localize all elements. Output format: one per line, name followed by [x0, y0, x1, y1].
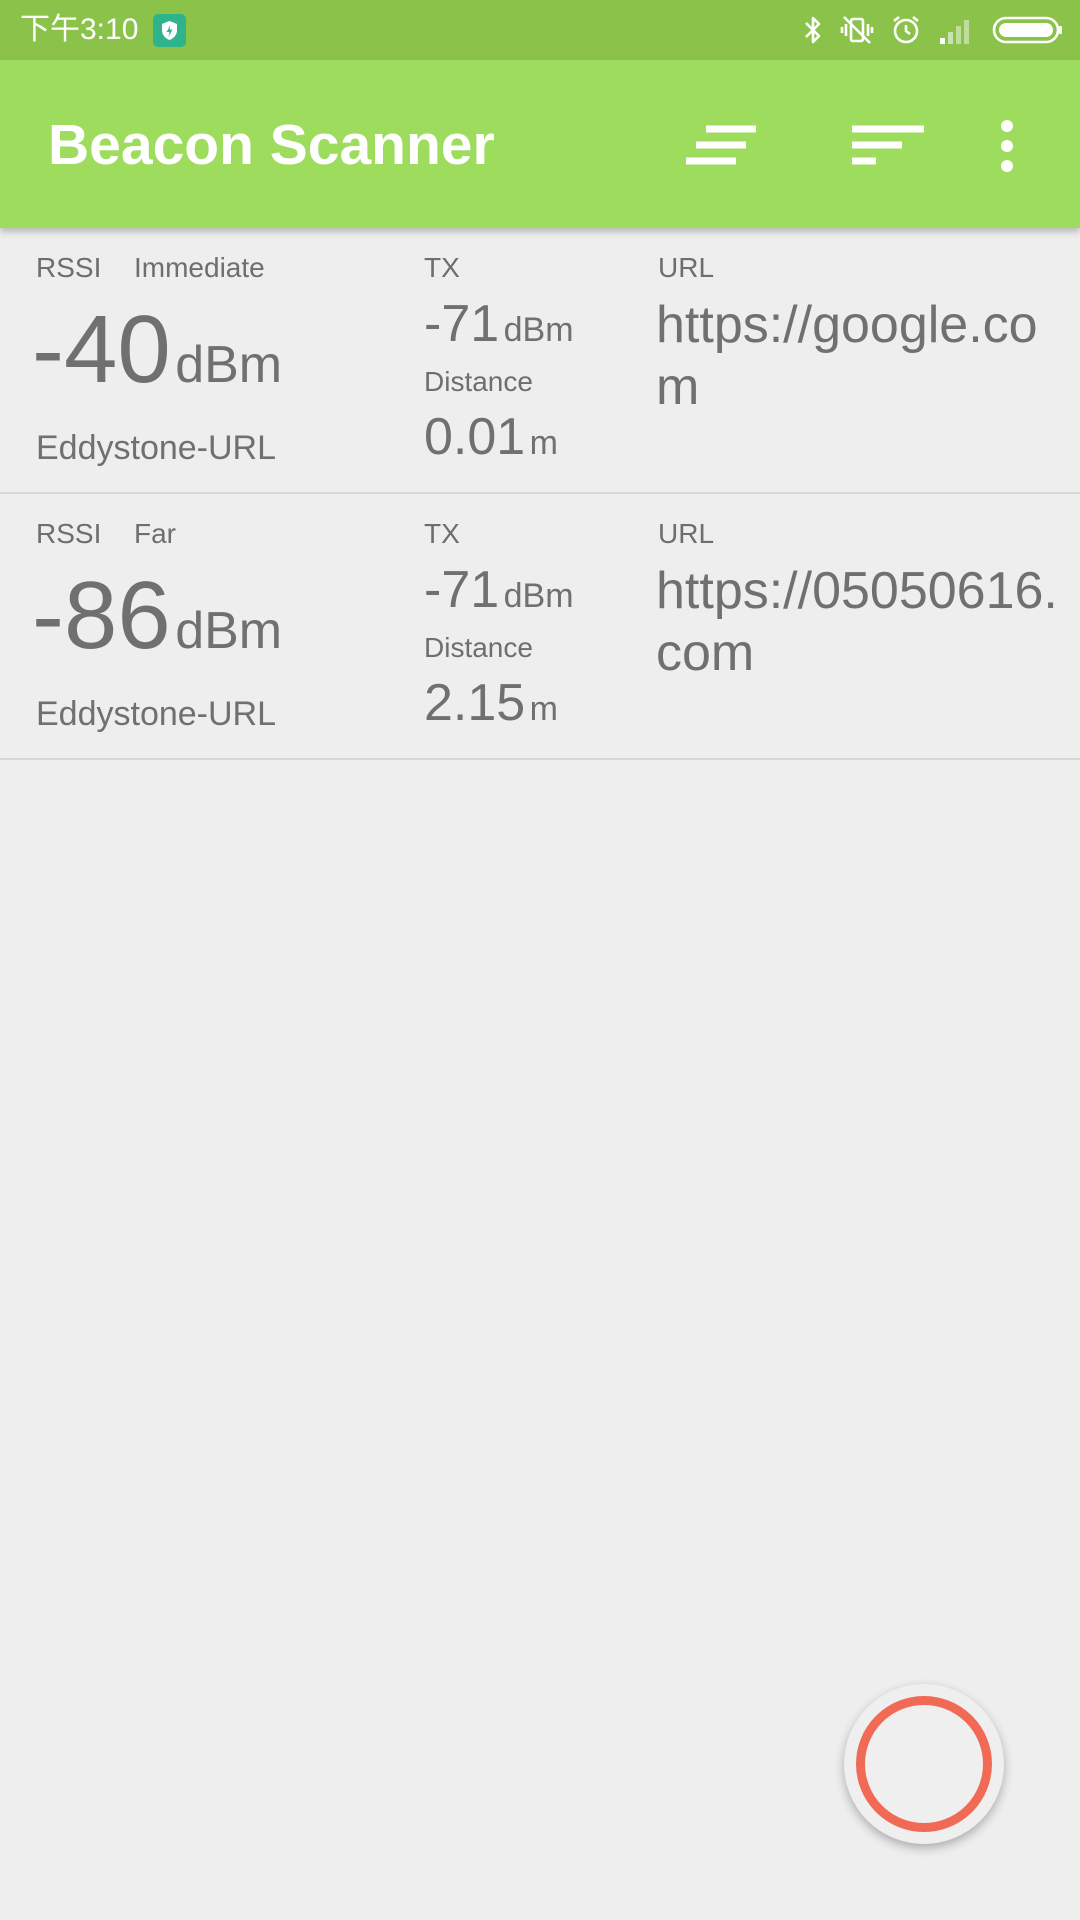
app-bar: Beacon Scanner — [0, 60, 1080, 228]
distance-label: Distance — [424, 366, 533, 397]
signal-icon — [940, 20, 969, 44]
rssi-number: -86 — [32, 562, 171, 669]
status-bar: 下午3:10 — [0, 0, 1080, 60]
tx-label: TX — [424, 252, 460, 283]
beacon-type: Eddystone-URL — [36, 695, 277, 733]
distance-label: Distance — [424, 632, 533, 663]
url-label: URL — [658, 518, 715, 549]
alarm-icon — [893, 15, 919, 44]
more-options-button[interactable] — [982, 116, 1032, 176]
beacon-list: RSSI Immediate TX URL -40 dBm -71 dBm Di… — [0, 228, 1080, 760]
bluetooth-icon — [805, 16, 821, 44]
rssi-label: RSSI — [36, 252, 102, 283]
tx-unit: dBm — [503, 311, 574, 349]
scan-ring-icon — [856, 1696, 992, 1832]
distance-number: 0.01 — [424, 408, 526, 466]
rssi-unit: dBm — [175, 602, 283, 660]
beacon-row[interactable]: RSSI Immediate TX URL -40 dBm -71 dBm Di… — [0, 228, 1080, 494]
rssi-unit: dBm — [175, 336, 283, 394]
distance-value: 2.15 m — [424, 672, 558, 747]
distance-unit: m — [529, 424, 558, 462]
beacon-url: https://05050616.com — [656, 562, 1058, 682]
tx-number: -71 — [424, 561, 500, 619]
distance-number: 2.15 — [424, 674, 526, 732]
distance-value: 0.01 m — [424, 406, 558, 481]
rssi-value: -86 dBm — [32, 566, 282, 694]
distance-unit: m — [529, 690, 558, 728]
beacon-row[interactable]: RSSI Far TX URL -86 dBm -71 dBm Distance… — [0, 494, 1080, 760]
status-icons — [802, 12, 1064, 48]
rssi-value: -40 dBm — [32, 300, 282, 428]
vibrate-off-icon — [840, 16, 874, 44]
more-vert-icon — [1001, 120, 1013, 172]
proximity-label: Far — [134, 518, 176, 549]
filter-sort-icon — [852, 125, 924, 165]
tx-number: -71 — [424, 295, 500, 353]
tx-value: -71 dBm — [424, 560, 574, 633]
shield-icon — [153, 14, 186, 47]
app-title: Beacon Scanner — [48, 113, 495, 177]
sort-button[interactable] — [680, 116, 760, 176]
filter-sort-button[interactable] — [848, 116, 928, 176]
status-time: 下午3:10 — [20, 13, 139, 46]
battery-icon — [992, 16, 1062, 44]
beacon-type: Eddystone-URL — [36, 429, 277, 467]
tx-value: -71 dBm — [424, 294, 574, 367]
proximity-label: Immediate — [134, 252, 265, 283]
url-label: URL — [658, 252, 715, 283]
rssi-label: RSSI — [36, 518, 102, 549]
scan-fab-button[interactable] — [844, 1684, 1004, 1844]
tx-unit: dBm — [503, 577, 574, 615]
sort-lines-icon — [686, 125, 756, 165]
tx-label: TX — [424, 518, 460, 549]
beacon-url: https://google.com — [656, 296, 1038, 416]
rssi-number: -40 — [32, 296, 171, 403]
